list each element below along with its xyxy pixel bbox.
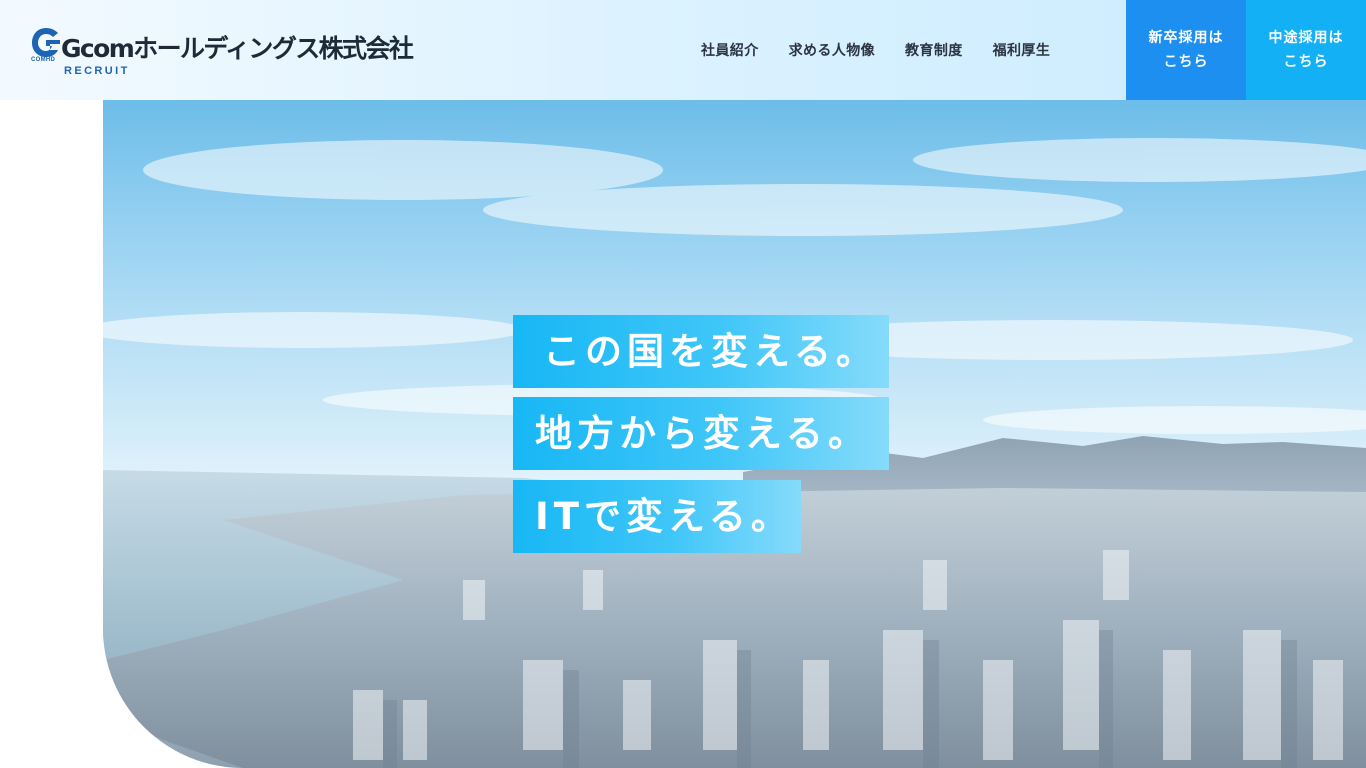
company-name: Gcomホールディングス株式会社 — [61, 34, 414, 63]
logo-mark-text: COMHD — [31, 57, 56, 63]
nav-ideal-candidate[interactable]: 求める人物像 — [774, 40, 890, 60]
clouds — [103, 138, 1366, 434]
company-logo-link[interactable]: COMHD Gcomホールディングス株式会社 RECRUIT — [30, 26, 430, 80]
new-grad-line1: 新卒採用は — [1148, 30, 1224, 46]
mid-career-line2: こちら — [1283, 54, 1329, 70]
new-grad-line2: こちら — [1163, 54, 1209, 70]
catchcopy-line-3: ITで変える。 — [513, 480, 801, 553]
nav-training[interactable]: 教育制度 — [890, 40, 978, 60]
mid-career-recruit-button[interactable]: 中途採用は こちら — [1246, 0, 1366, 100]
catchcopy-line-1: この国を変える。 — [513, 315, 889, 388]
global-nav: 社員紹介 求める人物像 教育制度 福利厚生 — [686, 0, 1065, 100]
recruit-label: RECRUIT — [64, 65, 130, 77]
mid-career-line1: 中途採用は — [1268, 30, 1344, 46]
site-header: COMHD Gcomホールディングス株式会社 RECRUIT 社員紹介 求める人… — [0, 0, 1366, 100]
nav-benefits[interactable]: 福利厚生 — [978, 40, 1066, 60]
catchcopy-line-2: 地方から変える。 — [513, 397, 889, 470]
nav-employees[interactable]: 社員紹介 — [686, 40, 774, 60]
new-grad-recruit-button[interactable]: 新卒採用は こちら — [1126, 0, 1246, 100]
